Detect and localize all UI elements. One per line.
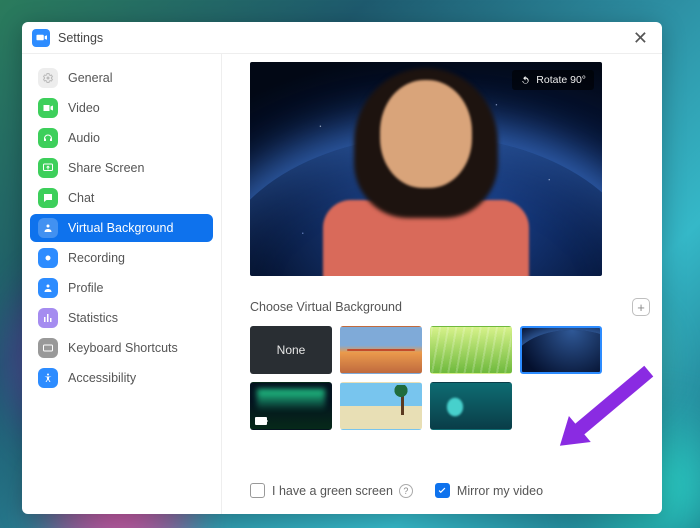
accessibility-icon — [38, 368, 58, 388]
background-option-grass[interactable] — [430, 326, 512, 374]
sidebar-item-label: Chat — [68, 191, 94, 205]
virtual-background-icon — [38, 218, 58, 238]
green-screen-checkbox[interactable]: I have a green screen ? — [250, 483, 413, 498]
background-option-bridge[interactable] — [340, 326, 422, 374]
sidebar-item-label: Profile — [68, 281, 103, 295]
settings-sidebar: General Video Audio Share Screen Chat Vi… — [22, 54, 222, 514]
video-preview: Rotate 90° — [250, 62, 602, 276]
sidebar-item-video[interactable]: Video — [30, 94, 213, 122]
add-background-button[interactable]: + — [632, 298, 650, 316]
sidebar-item-profile[interactable]: Profile — [30, 274, 213, 302]
sidebar-item-recording[interactable]: Recording — [30, 244, 213, 272]
sidebar-item-label: Statistics — [68, 311, 118, 325]
sidebar-item-statistics[interactable]: Statistics — [30, 304, 213, 332]
mirror-video-checkbox[interactable]: Mirror my video — [435, 483, 543, 498]
rotate-label: Rotate 90° — [536, 74, 586, 86]
mirror-video-label: Mirror my video — [457, 484, 543, 498]
headphones-icon — [38, 128, 58, 148]
sidebar-item-label: Accessibility — [68, 371, 136, 385]
sidebar-item-share-screen[interactable]: Share Screen — [30, 154, 213, 182]
checkbox-checked-icon — [435, 483, 450, 498]
background-thumbnails: None — [250, 326, 610, 430]
rotate-90-button[interactable]: Rotate 90° — [512, 70, 594, 90]
window-title: Settings — [58, 31, 629, 45]
sidebar-item-audio[interactable]: Audio — [30, 124, 213, 152]
background-option-underwater[interactable] — [430, 382, 512, 430]
background-option-earth[interactable] — [520, 326, 602, 374]
sidebar-item-label: Video — [68, 101, 100, 115]
sidebar-item-label: Audio — [68, 131, 100, 145]
none-label: None — [277, 343, 306, 357]
sidebar-item-chat[interactable]: Chat — [30, 184, 213, 212]
share-screen-icon — [38, 158, 58, 178]
sidebar-item-keyboard-shortcuts[interactable]: Keyboard Shortcuts — [30, 334, 213, 362]
settings-window: Settings ✕ General Video Audio Share Scr… — [22, 22, 662, 514]
sidebar-item-general[interactable]: General — [30, 64, 213, 92]
checkbox-icon — [250, 483, 265, 498]
virtual-background-panel: Rotate 90° Choose Virtual Background + N… — [222, 54, 662, 514]
sidebar-item-label: Share Screen — [68, 161, 144, 175]
sidebar-item-label: Recording — [68, 251, 125, 265]
sidebar-item-virtual-background[interactable]: Virtual Background — [30, 214, 213, 242]
choose-background-label: Choose Virtual Background — [250, 300, 402, 314]
gear-icon — [38, 68, 58, 88]
green-screen-label: I have a green screen — [272, 484, 393, 498]
video-icon — [38, 98, 58, 118]
statistics-icon — [38, 308, 58, 328]
background-option-aurora[interactable] — [250, 382, 332, 430]
sidebar-item-label: General — [68, 71, 112, 85]
zoom-icon — [32, 29, 50, 47]
video-indicator-icon — [255, 417, 267, 425]
title-bar: Settings ✕ — [22, 22, 662, 54]
sidebar-item-label: Virtual Background — [68, 221, 173, 235]
rotate-icon — [520, 75, 531, 86]
chat-icon — [38, 188, 58, 208]
close-button[interactable]: ✕ — [629, 29, 652, 47]
sidebar-item-accessibility[interactable]: Accessibility — [30, 364, 213, 392]
recording-icon — [38, 248, 58, 268]
background-option-beach[interactable] — [340, 382, 422, 430]
keyboard-icon — [38, 338, 58, 358]
sidebar-item-label: Keyboard Shortcuts — [68, 341, 178, 355]
help-icon[interactable]: ? — [399, 484, 413, 498]
background-option-none[interactable]: None — [250, 326, 332, 374]
profile-icon — [38, 278, 58, 298]
